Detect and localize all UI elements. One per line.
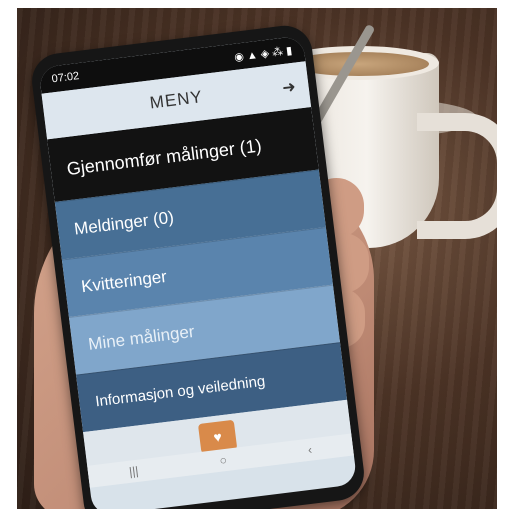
status-time: 07:02 bbox=[51, 70, 80, 86]
back-button[interactable]: ‹ bbox=[307, 442, 313, 456]
menu-item-label: Gjennomfør målinger (1) bbox=[65, 134, 263, 179]
menu-item-label: Informasjon og veiledning bbox=[94, 372, 267, 411]
photo-background: 07:02 ◉ ▲ ◈ ⁂ ▮ MENY ➜ Gjennomfør måling… bbox=[17, 8, 497, 509]
page-title: MENY bbox=[148, 87, 204, 113]
phone-screen: 07:02 ◉ ▲ ◈ ⁂ ▮ MENY ➜ Gjennomfør måling… bbox=[38, 35, 358, 509]
status-icons: ◉ ▲ ◈ ⁂ ▮ bbox=[233, 44, 293, 64]
logout-icon[interactable]: ➜ bbox=[281, 77, 298, 99]
cup-handle bbox=[417, 113, 497, 239]
menu-item-label: Mine målinger bbox=[87, 321, 196, 354]
menu-item-label: Meldinger (0) bbox=[73, 207, 175, 239]
smartphone: 07:02 ◉ ▲ ◈ ⁂ ▮ MENY ➜ Gjennomfør måling… bbox=[28, 22, 368, 509]
home-button[interactable]: ○ bbox=[219, 453, 228, 468]
recent-apps-button[interactable]: ||| bbox=[128, 464, 139, 479]
menu-item-label: Kvitteringer bbox=[80, 266, 168, 296]
